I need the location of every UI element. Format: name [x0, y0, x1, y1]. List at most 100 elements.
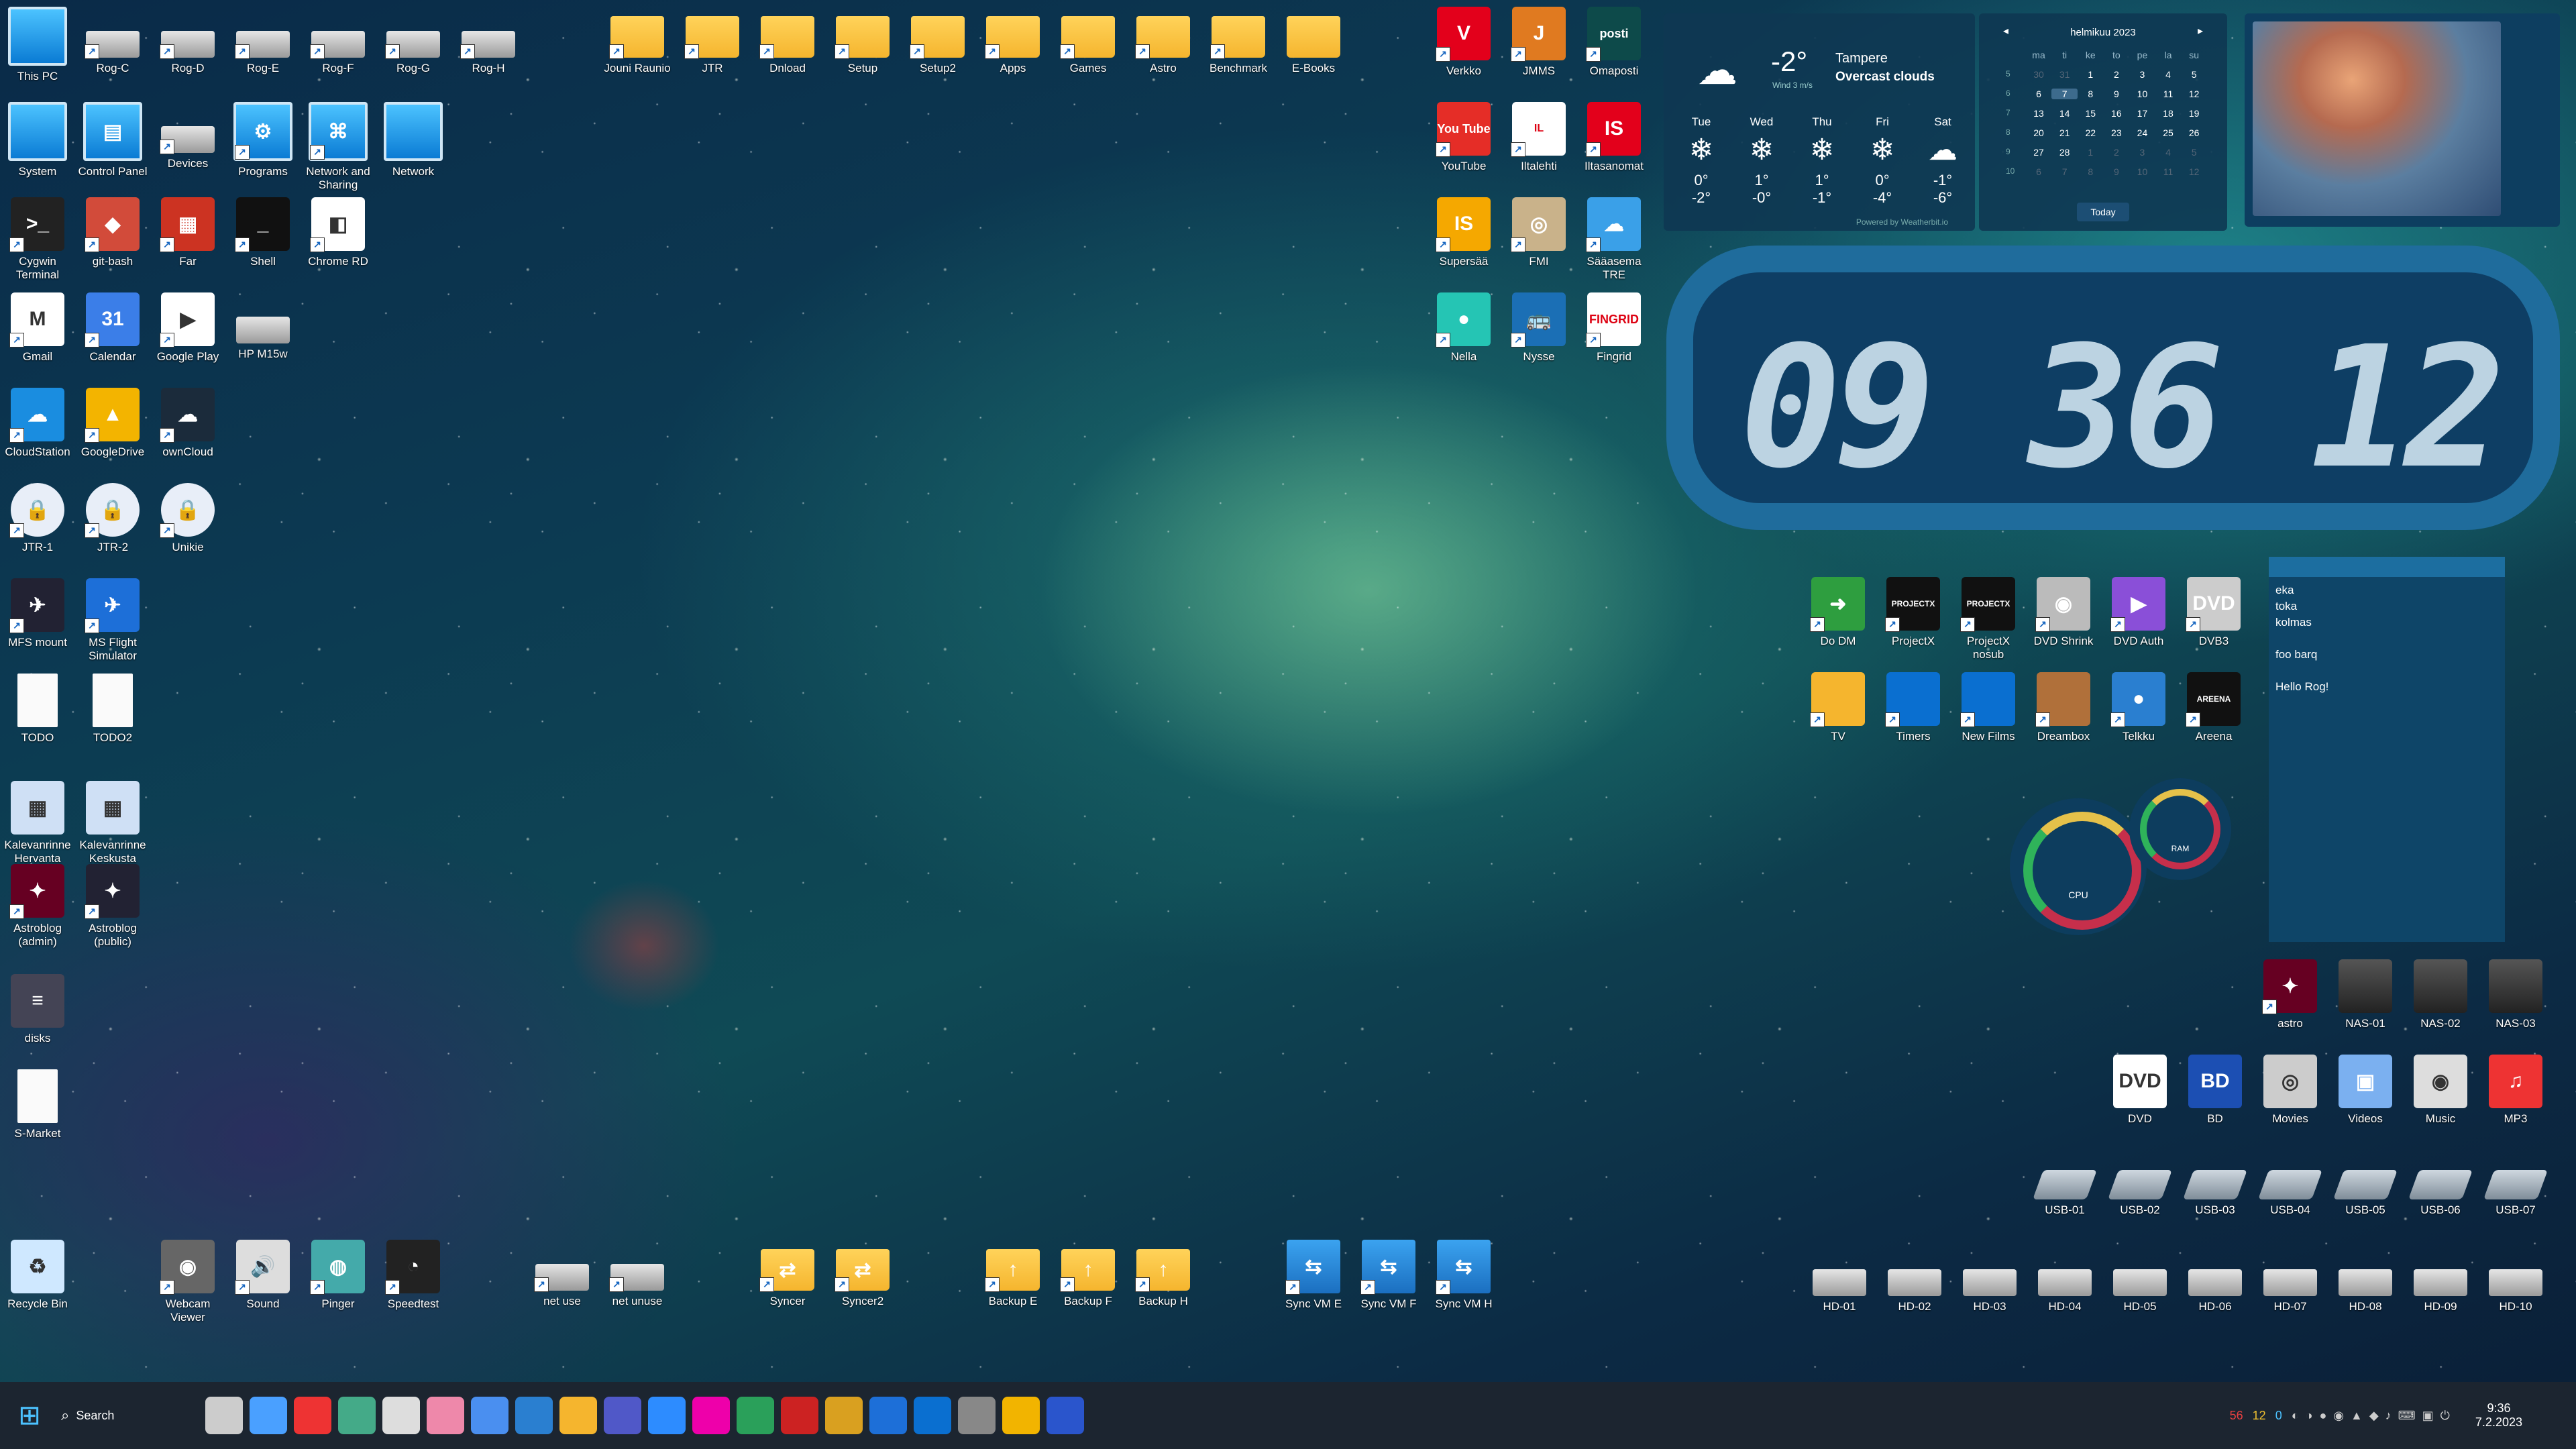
filezilla-icon[interactable] [781, 1397, 818, 1434]
calendar-day[interactable]: 9 [2104, 166, 2130, 177]
desktop-icon-hd-09[interactable]: HD-09 [2403, 1245, 2478, 1313]
desktop-icon-hd-05[interactable]: HD-05 [2102, 1245, 2178, 1313]
desktop-icon-cygwin-terminal[interactable]: >_ ↗ Cygwin Terminal [0, 197, 75, 282]
desktop-icon-rog-f[interactable]: ↗ Rog-F [301, 7, 376, 75]
desktop-icon-astro[interactable]: ✦ ↗ astro [2253, 959, 2328, 1030]
calendar-widget[interactable]: ◂ helmikuu 2023 ▸ ma ti ke to pe la su 5 30 31 1 2 3… [1979, 13, 2227, 231]
desktop-icon-jtr-1[interactable]: 🔒 ↗ JTR-1 [0, 483, 75, 554]
calendar-day[interactable]: 27 [2026, 147, 2052, 158]
desktop-icon-verkko[interactable]: V ↗ Verkko [1426, 7, 1501, 78]
desktop-icon-supers[interactable]: IS ↗ Supersää [1426, 197, 1501, 268]
desktop-icon-sync-vm-f[interactable]: ⇆ ↗ Sync VM F [1351, 1240, 1426, 1311]
desktop-icon-iltalehti[interactable]: IL ↗ Iltalehti [1501, 102, 1576, 173]
calendar-day[interactable]: 22 [2078, 127, 2104, 138]
calendar-day[interactable]: 12 [2181, 166, 2207, 177]
weather-app-icon[interactable] [559, 1397, 597, 1434]
desktop-icon-nella[interactable]: ● ↗ Nella [1426, 292, 1501, 364]
calendar-day[interactable]: 2 [2104, 147, 2130, 158]
slack-icon[interactable] [692, 1397, 730, 1434]
tray-clock[interactable]: 9:36 7.2.2023 [2475, 1401, 2522, 1430]
calendar-day[interactable]: 7 [2051, 89, 2078, 99]
desktop-icon-bd[interactable]: BD BD [2178, 1055, 2253, 1126]
calendar-day[interactable]: 28 [2051, 147, 2078, 158]
desktop-icon-hd-01[interactable]: HD-01 [1802, 1245, 1877, 1313]
calendar-day[interactable]: 1 [2078, 69, 2104, 80]
calendar-day[interactable]: 18 [2155, 108, 2182, 119]
notes-widget[interactable]: eka toka kolmas foo barq Hello Rog! [2269, 557, 2505, 942]
desktop-icon-fingrid[interactable]: FINGRID ↗ Fingrid [1576, 292, 1652, 364]
desktop-icon-sync-vm-h[interactable]: ⇆ ↗ Sync VM H [1426, 1240, 1501, 1311]
calendar-day[interactable]: 24 [2129, 127, 2155, 138]
desktop-icon-todo2[interactable]: TODO2 [75, 674, 150, 745]
desktop-icon-games[interactable]: ↗ Games [1051, 7, 1126, 75]
desktop-icon-rog-e[interactable]: ↗ Rog-E [225, 7, 301, 75]
desktop-icon-owncloud[interactable]: ☁ ↗ ownCloud [150, 388, 225, 459]
calendar-day[interactable]: 10 [2129, 166, 2155, 177]
desktop-icon-setup[interactable]: ↗ Setup [825, 7, 900, 75]
calendar-day[interactable]: 12 [2181, 89, 2207, 99]
desktop-icon-hd-08[interactable]: HD-08 [2328, 1245, 2403, 1313]
desktop-icon-net-use[interactable]: ↗ net use [525, 1240, 600, 1308]
outlook-icon[interactable] [914, 1397, 951, 1434]
calendar-day[interactable]: 1 [2078, 147, 2104, 158]
calendar-day[interactable]: 20 [2026, 127, 2052, 138]
desktop-icon-hp-m15w[interactable]: HP M15w [225, 292, 301, 361]
tray-icons[interactable]: ◐◑●◉▲◆♪⌨▣⏻ [2292, 1409, 2457, 1423]
desktop-icon-speedtest[interactable]: ◔ ↗ Speedtest [376, 1240, 451, 1311]
desktop-icon-projectx[interactable]: PROJECTX ↗ ProjectX [1876, 577, 1951, 648]
desktop-icon-hd-03[interactable]: HD-03 [1952, 1245, 2027, 1313]
desktop-icon-net-unuse[interactable]: ↗ net unuse [600, 1240, 675, 1308]
desktop-icon-git-bash[interactable]: ◆ ↗ git-bash [75, 197, 150, 268]
desktop-icon-ms-flight-simulator[interactable]: ✈ ↗ MS Flight Simulator [75, 578, 150, 663]
desktop-icon-new-films[interactable]: ↗ New Films [1951, 672, 2026, 743]
desktop-icon-gmail[interactable]: M ↗ Gmail [0, 292, 75, 364]
desktop-icon-network-and-sharing[interactable]: ⌘ ↗ Network and Sharing [301, 102, 376, 192]
desktop-icon-usb-04[interactable]: USB-04 [2253, 1150, 2328, 1217]
calendar-day[interactable]: 15 [2078, 108, 2104, 119]
desktop-icon-hd-07[interactable]: HD-07 [2253, 1245, 2328, 1313]
desktop-icon-apps[interactable]: ↗ Apps [975, 7, 1051, 75]
desktop-icon-jtr[interactable]: ↗ JTR [675, 7, 750, 75]
desktop-icon-fmi[interactable]: ◎ ↗ FMI [1501, 197, 1576, 268]
chrome-icon[interactable] [1002, 1397, 1040, 1434]
desktop-icon-hd-04[interactable]: HD-04 [2027, 1245, 2102, 1313]
calendar-day[interactable]: 4 [2155, 147, 2182, 158]
calendar-day[interactable]: 26 [2181, 127, 2207, 138]
desktop-icon-dvd-auth[interactable]: ▶ ↗ DVD Auth [2101, 577, 2176, 648]
desktop-icon-usb-03[interactable]: USB-03 [2178, 1150, 2253, 1217]
desktop-icon-jtr-2[interactable]: 🔒 ↗ JTR-2 [75, 483, 150, 554]
desktop-icon-astroblog-public[interactable]: ✦ ↗ Astroblog (public) [75, 864, 150, 949]
virtualbox-icon[interactable] [869, 1397, 907, 1434]
desktop-icon-shell[interactable]: _ ↗ Shell [225, 197, 301, 268]
desktop-icon-backup-h[interactable]: ↑ ↗ Backup H [1126, 1240, 1201, 1308]
desktop-icon-backup-e[interactable]: ↑ ↗ Backup E [975, 1240, 1051, 1308]
terminal-app-icon[interactable] [1046, 1397, 1084, 1434]
desktop-icon-control-panel[interactable]: ▤ Control Panel [75, 102, 150, 178]
calendar-day[interactable]: 11 [2155, 89, 2182, 99]
desktop-icon-nas-01[interactable]: NAS-01 [2328, 959, 2403, 1030]
calendar-day[interactable]: 17 [2129, 108, 2155, 119]
start-button[interactable]: ⊞ [11, 1397, 48, 1434]
resource-monitor-icon[interactable] [338, 1397, 376, 1434]
desktop-icon-sound[interactable]: 🔊 ↗ Sound [225, 1240, 301, 1311]
desktop-icon-setup2[interactable]: ↗ Setup2 [900, 7, 975, 75]
calendar-day[interactable]: 2 [2104, 69, 2130, 80]
calendar-day[interactable]: 4 [2155, 69, 2182, 80]
calendar-day[interactable]: 5 [2181, 69, 2207, 80]
calendar-day[interactable]: 25 [2155, 127, 2182, 138]
calendar-day[interactable]: 8 [2078, 166, 2104, 177]
desktop-icon-jouni-raunio[interactable]: ↗ Jouni Raunio [600, 7, 675, 75]
desktop-icon-system[interactable]: System [0, 102, 75, 178]
search-button[interactable]: ⌕ Search [61, 1396, 175, 1435]
calendar-app-icon[interactable] [294, 1397, 331, 1434]
desktop-icon-backup-f[interactable]: ↑ ↗ Backup F [1051, 1240, 1126, 1308]
desktop-icon-astro[interactable]: ↗ Astro [1126, 7, 1201, 75]
zoom-icon[interactable] [648, 1397, 686, 1434]
desktop-icon-programs[interactable]: ⚙ ↗ Programs [225, 102, 301, 178]
desktop-icon-rog-c[interactable]: ↗ Rog-C [75, 7, 150, 75]
file-explorer-icon[interactable] [205, 1397, 243, 1434]
desktop-icon-usb-07[interactable]: USB-07 [2478, 1150, 2553, 1217]
desktop-icon-mp3[interactable]: ♫ MP3 [2478, 1055, 2553, 1126]
desktop-icon-unikie[interactable]: 🔒 ↗ Unikie [150, 483, 225, 554]
desktop-icon-e-books[interactable]: E-Books [1276, 7, 1351, 75]
